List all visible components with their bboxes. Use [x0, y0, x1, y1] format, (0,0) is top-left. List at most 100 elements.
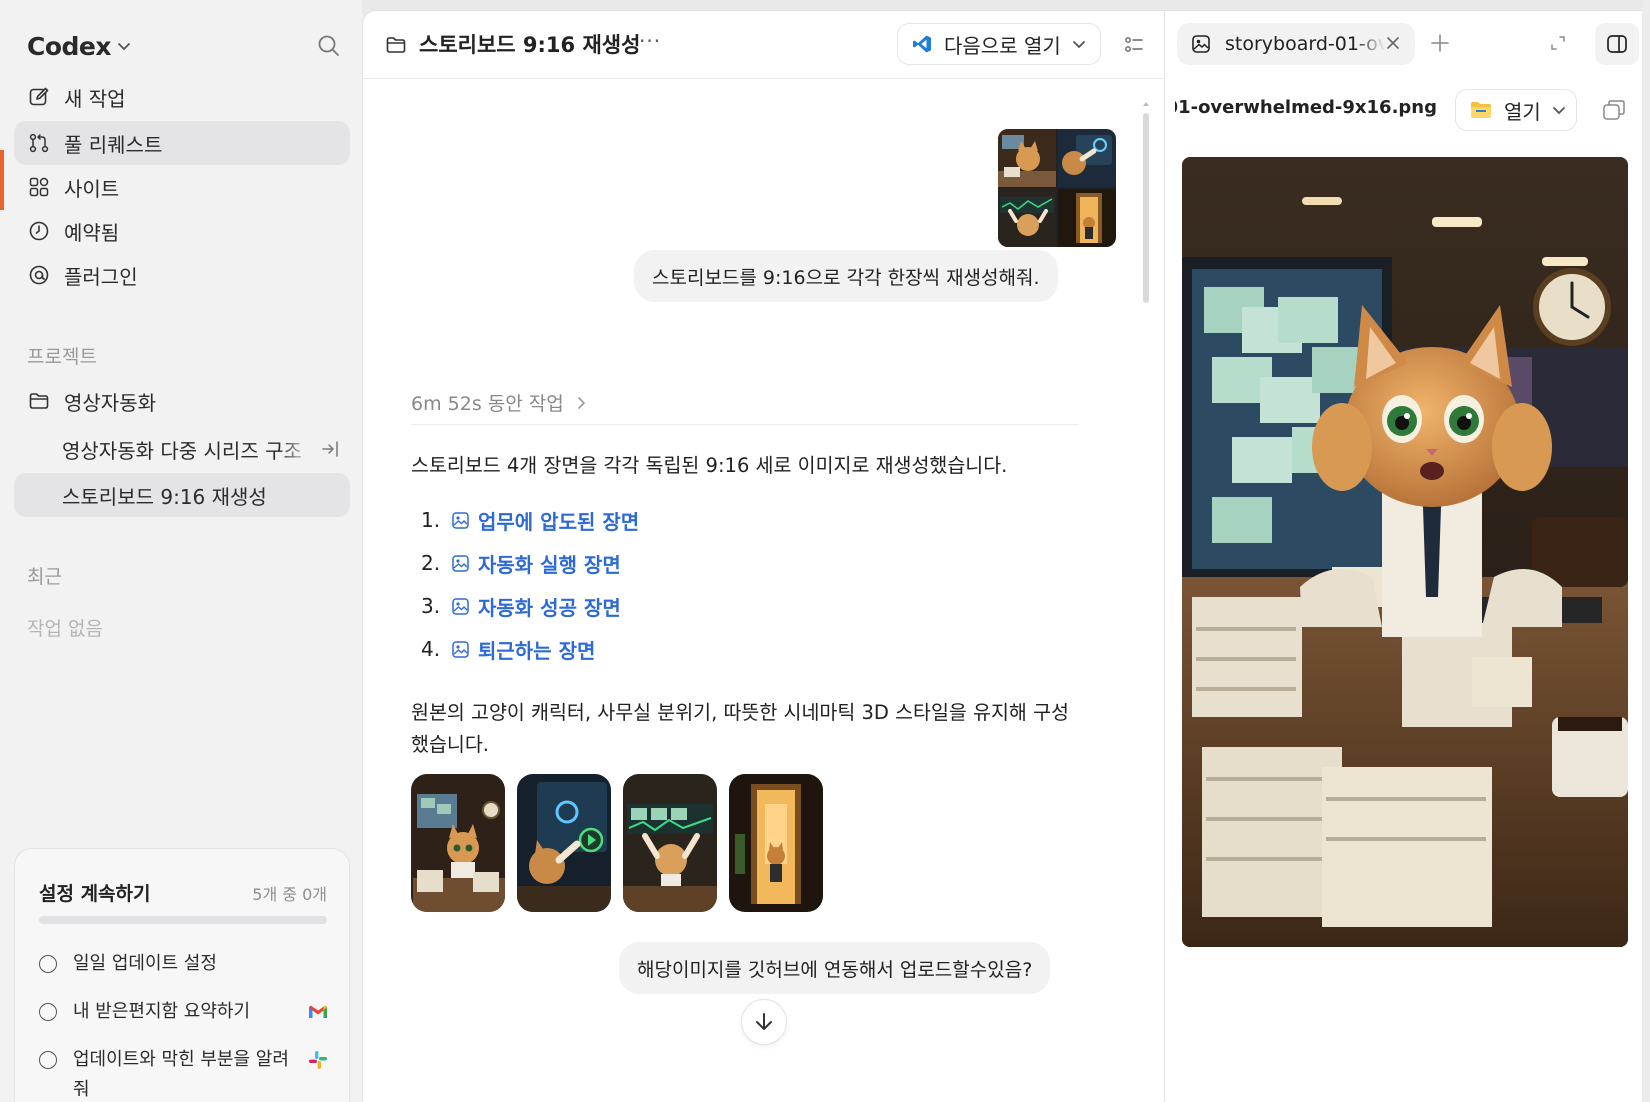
scroll-up-arrow-icon[interactable]	[1141, 99, 1151, 109]
project-task-series[interactable]: 영상자동화 다중 시리즈 구조	[14, 427, 350, 471]
scene-thumbnail-1[interactable]	[411, 774, 505, 912]
setup-task-daily-update[interactable]: 일일 업데이트 설정	[39, 949, 329, 979]
storyboard-cell	[998, 189, 1056, 247]
close-icon[interactable]	[1385, 35, 1401, 51]
scene-link-item[interactable]: 2. 자동화 실행 장면	[421, 548, 681, 578]
open-file-button[interactable]: 열기	[1455, 89, 1577, 131]
project-folder[interactable]: 영상자동화	[14, 379, 350, 423]
pull-request-icon	[29, 133, 49, 153]
preview-tab[interactable]: storyboard-01-overwhelmed-9x16.png	[1177, 23, 1415, 65]
scene-link[interactable]: 자동화 실행 장면	[478, 549, 621, 578]
task-radio[interactable]	[39, 1003, 57, 1021]
preview-image	[1182, 157, 1628, 947]
nav-new-task[interactable]: 새 작업	[14, 75, 350, 119]
scene-link-item[interactable]: 1. 업무에 압도된 장면	[421, 505, 681, 535]
setup-title: 설정 계속하기	[39, 883, 151, 905]
preview-filename: storyboard-01-overwhelmed-9x16.png	[1175, 97, 1437, 127]
setup-count: 5개 중 0개	[252, 885, 327, 904]
window-edge-accent	[0, 150, 4, 210]
chat-title: 스토리보드 9:16 재생성	[419, 33, 641, 57]
nav-label: 새 작업	[64, 86, 126, 111]
user-message-bubble: 스토리보드를 9:16으로 각각 한장씩 재생성해줘.	[634, 250, 1058, 302]
image-icon	[452, 554, 469, 572]
assistant-answer-outro-line2: 했습니다.	[411, 733, 489, 756]
gmail-icon	[309, 1005, 327, 1018]
expand-icon[interactable]	[1549, 34, 1567, 52]
scene-link[interactable]: 자동화 성공 장면	[478, 592, 621, 621]
arrow-down-icon	[756, 1013, 772, 1030]
image-icon	[452, 511, 469, 529]
project-task-label: 영상자동화 다중 시리즈 구조	[62, 438, 302, 463]
followup-message-bubble: 해당이미지를 깃허브에 연동해서 업로드할수있음?	[619, 942, 1051, 994]
scene-thumbnail-3[interactable]	[623, 774, 717, 912]
project-task-storyboard[interactable]: 스토리보드 9:16 재생성	[14, 473, 350, 517]
edit-icon	[29, 87, 49, 106]
vscode-icon	[913, 35, 931, 53]
preview-filename-text: storyboard-01-overwhelmed-9x16.png	[1175, 97, 1437, 118]
recent-heading: 최근	[27, 566, 62, 588]
setup-task-updates-blockers[interactable]: 업데이트와 막힌 부분을 알려줘	[39, 1045, 329, 1102]
projects-heading: 프로젝트	[27, 346, 97, 368]
clock-icon	[29, 221, 49, 241]
scene-link-item[interactable]: 4. 퇴근하는 장면	[421, 634, 681, 664]
image-icon	[452, 597, 469, 615]
assistant-answer-outro-line1: 원본의 고양이 캐릭터, 사무실 분위기, 따뜻한 시네마틱 3D 스타일을 유…	[411, 701, 1069, 724]
window-top-strip	[362, 0, 1650, 10]
task-radio[interactable]	[39, 1051, 57, 1069]
scrollbar-thumb[interactable]	[1143, 113, 1149, 303]
assistant-answer-intro: 스토리보드 4개 장면을 각각 독립된 9:16 세로 이미지로 재생성했습니다…	[411, 454, 1008, 477]
list-number: 1.	[421, 508, 441, 532]
more-options-button[interactable]: ···	[639, 29, 661, 53]
scene-link[interactable]: 업무에 압도된 장면	[478, 506, 639, 535]
nav-scheduled[interactable]: 예약됨	[14, 209, 350, 253]
user-message-text: 스토리보드를 9:16으로 각각 한장씩 재생성해줘.	[652, 266, 1040, 289]
attached-storyboard-image[interactable]	[998, 129, 1116, 247]
storyboard-cell	[1058, 189, 1116, 247]
list-number: 3.	[421, 594, 441, 618]
app-title[interactable]: Codex	[27, 32, 112, 61]
list-number: 4.	[421, 637, 441, 661]
file-explorer-icon	[1471, 102, 1491, 118]
window-scrollbar[interactable]	[1642, 0, 1650, 1102]
worked-duration-text: 6m 52s 동안 작업	[411, 393, 564, 415]
add-tab-icon[interactable]	[1429, 32, 1451, 54]
chevron-right-icon	[577, 396, 585, 409]
task-label: 일일 업데이트 설정	[73, 953, 217, 974]
nav-label: 사이트	[64, 176, 120, 201]
nav-label: 예약됨	[64, 220, 120, 245]
worked-duration-toggle[interactable]: 6m 52s 동안 작업	[411, 389, 588, 416]
scene-thumbnail-2[interactable]	[517, 774, 611, 912]
list-number: 2.	[421, 551, 441, 575]
open-with-button[interactable]: 다음으로 열기	[897, 23, 1101, 65]
generated-thumbnails	[411, 774, 835, 912]
followup-message-text: 해당이미지를 깃허브에 연동해서 업로드할수있음?	[637, 958, 1033, 981]
search-icon[interactable]	[316, 33, 342, 59]
scene-link-item[interactable]: 3. 자동화 성공 장면	[421, 591, 681, 621]
preview-tab-label: storyboard-01-overwhelmed-9x16.png	[1225, 33, 1385, 55]
scroll-to-bottom-button[interactable]	[741, 999, 787, 1045]
scene-link[interactable]: 퇴근하는 장면	[478, 635, 595, 664]
copy-icon[interactable]	[1602, 99, 1626, 121]
project-label: 영상자동화	[64, 390, 156, 415]
checklist-icon[interactable]	[1123, 34, 1145, 56]
chevron-down-icon[interactable]	[117, 39, 131, 53]
preview-panel: storyboard-01-overwhelmed-9x16.png story…	[1164, 10, 1650, 1102]
nav-label: 풀 리퀘스트	[64, 132, 163, 157]
chevron-down-icon	[1072, 41, 1085, 49]
apps-icon	[29, 177, 49, 197]
nav-plugins[interactable]: 플러그인	[14, 253, 350, 297]
setup-card: 설정 계속하기 5개 중 0개 일일 업데이트 설정 내 받은편지함 요약하기 …	[14, 848, 350, 1102]
plugin-icon	[29, 265, 49, 285]
task-label: 업데이트와 막힌 부분을 알려줘	[73, 1049, 289, 1100]
panel-toggle-button[interactable]	[1595, 23, 1639, 65]
scene-thumbnail-4[interactable]	[729, 774, 823, 912]
nav-sites[interactable]: 사이트	[14, 165, 350, 209]
chat-scrollbar[interactable]	[1141, 99, 1151, 309]
divider	[411, 424, 1079, 425]
setup-task-inbox-summary[interactable]: 내 받은편지함 요약하기	[39, 997, 329, 1027]
external-link-icon[interactable]	[320, 439, 340, 459]
overwhelmed-cat-illustration	[1182, 157, 1628, 947]
storyboard-cell	[1058, 129, 1116, 187]
task-radio[interactable]	[39, 955, 57, 973]
nav-pull-requests[interactable]: 풀 리퀘스트	[14, 121, 350, 165]
